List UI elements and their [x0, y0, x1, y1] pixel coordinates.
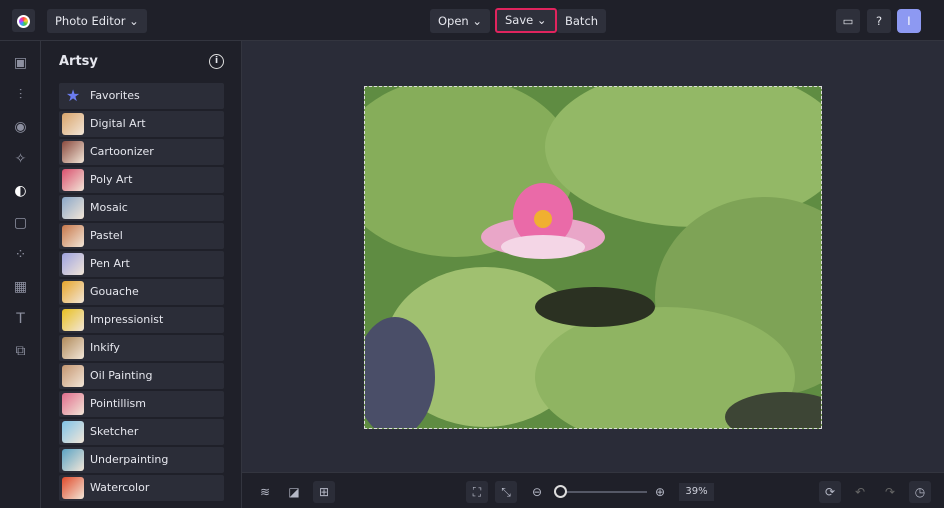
- help-icon[interactable]: ?: [867, 9, 891, 33]
- app-menu-label: Photo Editor: [55, 14, 126, 28]
- filter-thumbnail: [62, 309, 84, 331]
- filter-item-digital-art[interactable]: Digital Art: [59, 111, 224, 137]
- app-logo[interactable]: [12, 9, 35, 32]
- filter-label: Mosaic: [90, 201, 128, 214]
- avatar[interactable]: I: [897, 9, 921, 33]
- chevron-down-icon: ⌄: [129, 14, 139, 28]
- filter-item-pointillism[interactable]: Pointillism: [59, 391, 224, 417]
- filter-label: Impressionist: [90, 313, 164, 326]
- filter-label: Inkify: [90, 341, 120, 354]
- reset-icon[interactable]: ⟳: [819, 481, 841, 503]
- filter-label: Poly Art: [90, 173, 133, 186]
- zoom-percent[interactable]: 39%: [679, 483, 714, 501]
- compare-icon[interactable]: ◪: [283, 481, 305, 503]
- adjustments-icon[interactable]: ⫶: [12, 87, 29, 104]
- filter-label: Sketcher: [90, 425, 139, 438]
- text-icon[interactable]: T: [12, 311, 29, 328]
- filter-item-gouache[interactable]: Gouache: [59, 279, 224, 305]
- filter-item-inkify[interactable]: Inkify: [59, 335, 224, 361]
- open-label: Open: [438, 14, 469, 28]
- filter-thumbnail: [62, 477, 84, 499]
- fit-screen-icon[interactable]: ⛶: [466, 481, 488, 503]
- effects-icon[interactable]: ✧: [12, 151, 29, 168]
- chevron-down-icon: ⌄: [536, 13, 547, 27]
- filter-item-watercolor[interactable]: Watercolor: [59, 475, 224, 501]
- overlay-icon[interactable]: ⧉: [12, 343, 29, 360]
- filter-thumbnail: [62, 197, 84, 219]
- tool-rail: ▣ ⫶ ◉ ✧ ◐ ▢ ⁘ ▦ T ⧉: [0, 41, 41, 508]
- artsy-panel: Artsy i ★ Favorites Digital Art Cartoonizer…: [41, 41, 242, 508]
- comments-icon[interactable]: ▭: [836, 9, 860, 33]
- panel-title: Artsy: [59, 54, 98, 69]
- zoom-slider[interactable]: [553, 485, 647, 498]
- grid-icon[interactable]: ⊞: [313, 481, 335, 503]
- layers-icon[interactable]: ≋: [254, 481, 276, 503]
- texture-icon[interactable]: ▦: [12, 279, 29, 296]
- filter-thumbnail: [62, 421, 84, 443]
- app-menu[interactable]: Photo Editor ⌄: [47, 9, 147, 33]
- chevron-down-icon: ⌄: [472, 14, 483, 28]
- filter-item-sketcher[interactable]: Sketcher: [59, 419, 224, 445]
- filter-thumbnail: [62, 449, 84, 471]
- filter-item-underpainting[interactable]: Underpainting: [59, 447, 224, 473]
- filter-item-mosaic[interactable]: Mosaic: [59, 195, 224, 221]
- redo-icon[interactable]: ↷: [879, 481, 901, 503]
- filter-item-favorites[interactable]: ★ Favorites: [59, 83, 224, 109]
- bottom-toolbar: ≋ ◪ ⊞ ⛶ ⤡ ⊖ ⊕ 39% ⟳ ↶ ↷ ◷: [242, 472, 944, 508]
- filter-label: Pointillism: [90, 397, 146, 410]
- water-lily-painting: [365, 87, 821, 428]
- filter-thumbnail: [62, 281, 84, 303]
- filter-label: Pastel: [90, 229, 123, 242]
- filter-thumbnail: [62, 337, 84, 359]
- filter-thumbnail: [62, 225, 84, 247]
- undo-icon[interactable]: ↶: [849, 481, 871, 503]
- image-icon[interactable]: ▣: [12, 55, 29, 72]
- filter-label: Favorites: [90, 89, 140, 102]
- zoom-out-icon[interactable]: ⊖: [526, 481, 548, 503]
- info-icon[interactable]: i: [209, 54, 224, 69]
- filter-item-pastel[interactable]: Pastel: [59, 223, 224, 249]
- zoom-in-icon[interactable]: ⊕: [649, 481, 671, 503]
- canvas-image: [364, 86, 822, 429]
- filter-thumbnail: [62, 169, 84, 191]
- filter-thumbnail: [62, 253, 84, 275]
- filter-item-oil-painting[interactable]: Oil Painting: [59, 363, 224, 389]
- filter-label: Cartoonizer: [90, 145, 154, 158]
- frame-icon[interactable]: ▢: [12, 215, 29, 232]
- actual-size-icon[interactable]: ⤡: [495, 481, 517, 503]
- filter-thumbnail: [62, 113, 84, 135]
- open-button[interactable]: Open ⌄: [430, 9, 491, 33]
- save-label: Save: [505, 13, 534, 27]
- filter-label: Gouache: [90, 285, 139, 298]
- filter-thumbnail: [62, 141, 84, 163]
- zoom-slider-handle[interactable]: [553, 485, 567, 498]
- batch-button[interactable]: Batch: [557, 9, 607, 33]
- top-bar: Photo Editor ⌄ Open ⌄ Save ⌄ Batch ▭ ? I: [0, 0, 944, 41]
- filter-label: Digital Art: [90, 117, 146, 130]
- filter-thumbnail: [62, 393, 84, 415]
- filter-thumbnail: [62, 365, 84, 387]
- filter-label: Oil Painting: [90, 369, 153, 382]
- filter-item-poly-art[interactable]: Poly Art: [59, 167, 224, 193]
- save-button[interactable]: Save ⌄: [495, 8, 557, 33]
- history-icon[interactable]: ◷: [909, 481, 931, 503]
- filter-item-impressionist[interactable]: Impressionist: [59, 307, 224, 333]
- filter-item-pen-art[interactable]: Pen Art: [59, 251, 224, 277]
- eye-icon[interactable]: ◉: [12, 119, 29, 136]
- star-icon: ★: [65, 86, 81, 105]
- palette-icon[interactable]: ◐: [12, 183, 29, 200]
- shapes-icon[interactable]: ⁘: [12, 247, 29, 264]
- filter-label: Pen Art: [90, 257, 130, 270]
- filter-label: Underpainting: [90, 453, 169, 466]
- filter-label: Watercolor: [90, 481, 150, 494]
- filter-item-cartoonizer[interactable]: Cartoonizer: [59, 139, 224, 165]
